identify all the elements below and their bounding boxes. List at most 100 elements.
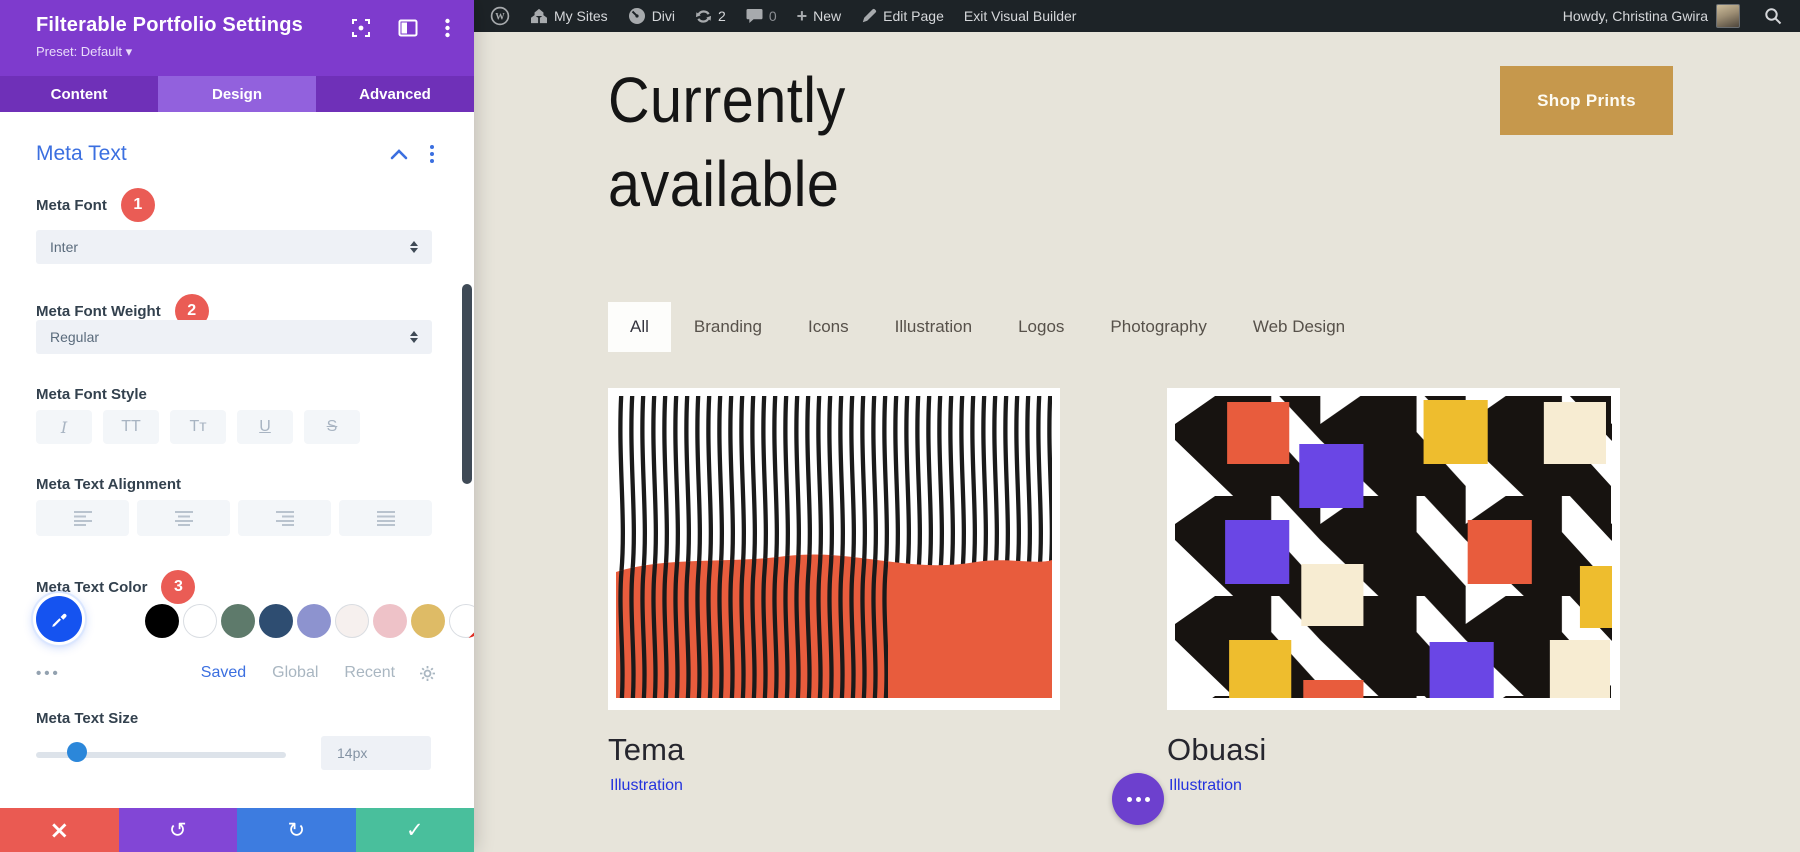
page-title: Currently available [608, 58, 950, 226]
save-button[interactable]: ✓ [356, 808, 475, 852]
filter-tab-branding[interactable]: Branding [671, 302, 785, 352]
global-colors-link[interactable]: Global [272, 664, 318, 682]
search-button[interactable] [1754, 0, 1792, 32]
more-colors-button[interactable]: ••• [36, 665, 61, 682]
tab-design[interactable]: Design [158, 76, 316, 112]
preset-selector[interactable]: Preset: Default ▾ [36, 44, 474, 60]
exit-visual-builder[interactable]: Exit Visual Builder [954, 0, 1087, 32]
my-sites-label: My Sites [554, 8, 608, 24]
filter-tab-web-design[interactable]: Web Design [1230, 302, 1368, 352]
swatch-black[interactable] [145, 604, 179, 638]
dot-icon [1136, 797, 1141, 802]
settings-panel: Filterable Portfolio Settings Preset: De… [0, 0, 474, 852]
project-category-tema[interactable]: Illustration [610, 777, 683, 795]
tab-content[interactable]: Content [0, 76, 158, 112]
filter-tab-icons[interactable]: Icons [785, 302, 872, 352]
swatch-pink[interactable] [373, 604, 407, 638]
align-left-button[interactable] [36, 500, 129, 536]
swatch-none[interactable] [449, 604, 474, 638]
comments-menu[interactable]: 0 [736, 0, 787, 32]
filter-tab-illustration[interactable]: Illustration [872, 302, 995, 352]
swatch-green[interactable] [221, 604, 255, 638]
new-menu[interactable]: + New [787, 0, 852, 32]
swatch-navy[interactable] [259, 604, 293, 638]
my-sites-icon [530, 8, 548, 24]
panel-menu-kebab-icon[interactable] [445, 18, 450, 38]
eyedropper-current-color[interactable] [36, 596, 82, 642]
filter-tab-logos[interactable]: Logos [995, 302, 1087, 352]
panel-body: Meta Text Meta Font 1 Inter Meta Font We… [0, 112, 474, 808]
eyedropper-icon [50, 610, 68, 628]
pencil-icon [861, 8, 877, 24]
swatch-blush[interactable] [335, 604, 369, 638]
color-settings-gear-icon[interactable] [419, 665, 436, 682]
align-center-icon [175, 510, 193, 526]
select-caret-icon [410, 331, 418, 343]
panel-header: Filterable Portfolio Settings Preset: De… [0, 0, 474, 76]
strikethrough-button[interactable]: S [304, 410, 360, 444]
panel-layout-icon[interactable] [398, 19, 418, 37]
wp-logo-menu[interactable]: W [480, 0, 520, 32]
step-badge-1: 1 [121, 188, 155, 222]
expand-modal-icon[interactable] [351, 18, 371, 38]
module-options-button[interactable] [1112, 773, 1164, 825]
my-sites-menu[interactable]: My Sites [520, 0, 618, 32]
howdy-label: Howdy, Christina Gwira [1563, 8, 1708, 24]
project-category-obuasi[interactable]: Illustration [1169, 777, 1242, 795]
align-right-icon [276, 510, 294, 526]
shop-prints-button[interactable]: Shop Prints [1500, 66, 1673, 135]
divi-menu[interactable]: Divi [618, 0, 685, 32]
portfolio-card-tema[interactable] [608, 388, 1060, 710]
recent-colors-link[interactable]: Recent [344, 664, 395, 682]
tab-advanced[interactable]: Advanced [316, 76, 474, 112]
underline-button[interactable]: U [237, 410, 293, 444]
project-title-obuasi[interactable]: Obuasi [1167, 732, 1266, 768]
panel-tabs: Content Design Advanced [0, 76, 474, 112]
comments-count: 0 [769, 8, 777, 24]
select-caret-icon [410, 241, 418, 253]
filter-tab-all[interactable]: All [608, 302, 671, 352]
swatch-lavender[interactable] [297, 604, 331, 638]
filter-tab-photography[interactable]: Photography [1087, 302, 1229, 352]
uppercase-button[interactable]: TT [103, 410, 159, 444]
dot-icon [1145, 797, 1150, 802]
meta-font-select[interactable]: Inter [36, 230, 432, 264]
updates-icon [695, 8, 712, 25]
account-menu[interactable]: Howdy, Christina Gwira [1553, 0, 1750, 32]
undo-button[interactable]: ↺ [119, 808, 238, 852]
meta-font-style-label: Meta Font Style [36, 386, 147, 403]
saved-colors-link[interactable]: Saved [201, 664, 246, 682]
align-center-button[interactable] [137, 500, 230, 536]
meta-text-size-input[interactable]: 14px [321, 736, 431, 770]
slider-handle[interactable] [67, 742, 87, 762]
search-icon [1764, 7, 1782, 25]
swatch-gold[interactable] [411, 604, 445, 638]
edit-page-menu[interactable]: Edit Page [851, 0, 954, 32]
align-right-button[interactable] [238, 500, 331, 536]
discard-button[interactable]: × [0, 808, 119, 852]
section-title-meta-text[interactable]: Meta Text [36, 142, 127, 166]
wordpress-logo-icon: W [490, 6, 510, 26]
swatch-white[interactable] [183, 604, 217, 638]
svg-text:W: W [495, 13, 505, 23]
italic-button[interactable]: I [36, 410, 92, 444]
meta-font-weight-select[interactable]: Regular [36, 320, 432, 354]
align-left-icon [74, 510, 92, 526]
meta-text-alignment-label: Meta Text Alignment [36, 476, 181, 493]
section-kebab-icon[interactable] [430, 145, 434, 163]
collapse-section-chevron-icon[interactable] [390, 149, 408, 160]
dot-icon [1127, 797, 1132, 802]
exit-visual-builder-label: Exit Visual Builder [964, 8, 1077, 24]
portfolio-card-obuasi[interactable] [1167, 388, 1620, 710]
obuasi-artwork [1175, 396, 1612, 698]
avatar [1716, 4, 1740, 28]
updates-menu[interactable]: 2 [685, 0, 736, 32]
align-justify-button[interactable] [339, 500, 432, 536]
redo-button[interactable]: ↻ [237, 808, 356, 852]
project-title-tema[interactable]: Tema [608, 732, 685, 768]
panel-scrollbar[interactable] [462, 284, 472, 484]
small-caps-button[interactable]: Tᴛ [170, 410, 226, 444]
panel-action-bar: × ↺ ↻ ✓ [0, 808, 474, 852]
edit-page-label: Edit Page [883, 8, 944, 24]
tema-artwork [616, 396, 1052, 698]
